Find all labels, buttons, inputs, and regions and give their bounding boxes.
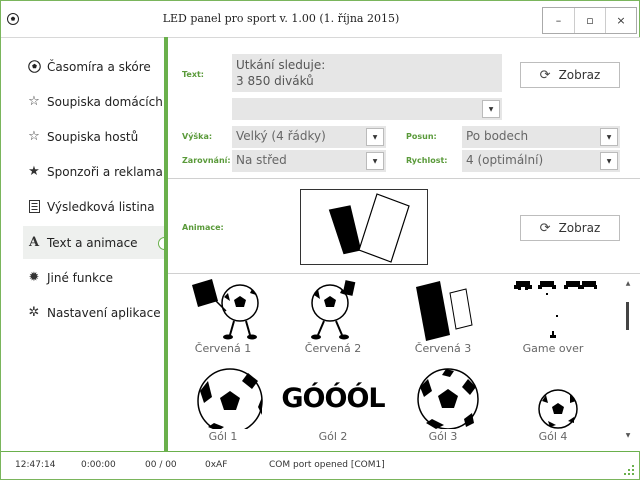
gallery-item-cervena-3[interactable]: Červená 3 — [388, 279, 498, 355]
height-select[interactable]: Velký (4 řádky) ▼ — [232, 126, 386, 148]
refresh-icon: ⟳ — [539, 220, 551, 236]
ball-with-card-image — [278, 279, 388, 341]
chevron-down-icon[interactable]: ▼ — [600, 152, 618, 170]
soccer-ball-image — [388, 367, 498, 429]
gear-icon: ✲ — [28, 305, 40, 320]
status-timer: 0:00:00 — [81, 460, 116, 470]
main-content: Text: Utkání sleduje: 3 850 diváků ▼ ⟳ Z… — [168, 37, 640, 451]
scrollbar-thumb[interactable] — [626, 302, 629, 330]
sidebar-item-text-animation[interactable]: A Text a animace — [23, 226, 171, 259]
gallery-item-cervena-1[interactable]: Červená 1 — [168, 279, 278, 355]
star-outline-icon: ☆ — [28, 129, 40, 144]
status-port: COM port opened [COM1] — [269, 460, 385, 470]
status-time: 12:47:14 — [15, 460, 56, 470]
sidebar: Časomíra a skóre ☆ Soupiska domácích ☆ S… — [1, 37, 171, 451]
speed-value: 4 (optimální) — [466, 153, 544, 167]
sidebar-item-label: Text a animace — [47, 235, 138, 250]
sidebar-item-sponsors[interactable]: ★ Sponzoři a reklama — [23, 155, 164, 188]
gallery-item-label: Gól 4 — [538, 430, 568, 443]
text-label: Text: — [182, 70, 205, 79]
show-animation-button[interactable]: ⟳ Zobraz — [520, 215, 620, 241]
title-bar: LED panel pro sport v. 1.00 (1. října 20… — [1, 1, 639, 37]
scroll-value: Po bodech — [466, 129, 529, 143]
status-address: 0xAF — [205, 460, 228, 470]
gallery-item-label: Červená 3 — [414, 342, 472, 355]
alignment-label: Zarovnání: — [182, 156, 231, 165]
app-window: LED panel pro sport v. 1.00 (1. října 20… — [0, 0, 640, 480]
maximize-button[interactable]: ▫ — [574, 8, 605, 33]
speed-label: Rychlost: — [406, 156, 448, 165]
animation-label: Animace: — [182, 223, 224, 232]
document-icon — [27, 200, 41, 214]
window-title: LED panel pro sport v. 1.00 (1. října 20… — [162, 12, 400, 25]
sidebar-item-label: Jiné funkce — [47, 270, 114, 285]
status-count: 00 / 00 — [145, 460, 177, 470]
gallery-item-gol-2[interactable]: GÓÓÓL Gól 2 — [268, 367, 398, 443]
scroll-up-icon[interactable]: ▲ — [624, 280, 632, 287]
gallery-item-game-over[interactable]: Game over — [498, 279, 608, 355]
resize-grip-icon[interactable] — [623, 464, 635, 476]
gallery-item-label: Game over — [522, 342, 584, 355]
goal-text-image: GÓÓÓL — [268, 367, 398, 429]
sidebar-item-timer-score[interactable]: Časomíra a skóre — [23, 50, 164, 83]
sidebar-item-label: Výsledková listina — [47, 199, 155, 214]
sidebar-item-label: Soupiska domácích — [47, 94, 163, 109]
gallery-item-label: Gól 1 — [208, 430, 238, 443]
text-input[interactable]: Utkání sleduje: 3 850 diváků — [232, 54, 502, 92]
height-label: Výška: — [182, 132, 213, 141]
show-text-button[interactable]: ⟳ Zobraz — [520, 62, 620, 88]
chevron-down-icon[interactable]: ▼ — [366, 128, 384, 146]
show-text-button-label: Zobraz — [558, 68, 601, 82]
sidebar-item-other-functions[interactable]: ✹ Jiné funkce — [23, 261, 164, 294]
sidebar-item-label: Sponzoři a reklama — [47, 164, 163, 179]
gallery-scrollbar[interactable]: ▲ ▼ — [624, 280, 632, 440]
chevron-down-icon[interactable]: ▼ — [482, 100, 500, 118]
scroll-down-icon[interactable]: ▼ — [624, 432, 632, 439]
goal-text: GÓÓÓL — [281, 383, 385, 414]
red-card-image — [388, 279, 498, 341]
status-bar: 12:47:14 0:00:00 00 / 00 0xAF COM port o… — [1, 451, 639, 479]
space-invaders-image — [498, 279, 608, 341]
large-soccer-ball-image — [168, 367, 278, 429]
sidebar-item-label: Časomíra a skóre — [47, 59, 151, 74]
animation-preview — [300, 189, 428, 265]
show-animation-button-label: Zobraz — [558, 221, 601, 235]
scroll-select[interactable]: Po bodech ▼ — [462, 126, 620, 148]
small-soccer-ball-image — [498, 367, 608, 429]
gallery-item-label: Červená 1 — [194, 342, 252, 355]
red-card-ball-image — [168, 279, 278, 341]
sidebar-item-label: Nastavení aplikace — [47, 305, 161, 320]
close-button[interactable]: × — [605, 8, 636, 33]
chevron-down-icon[interactable]: ▼ — [366, 152, 384, 170]
sidebar-item-label: Soupiska hostů — [47, 129, 139, 144]
sidebar-item-guest-roster[interactable]: ☆ Soupiska hostů — [23, 120, 164, 153]
text-icon: A — [28, 235, 40, 250]
sun-icon: ✹ — [28, 270, 40, 285]
animation-gallery[interactable]: Červená 1 Červená 2 Červená 3 Game over … — [168, 275, 640, 451]
window-controls: – ▫ × — [542, 7, 637, 34]
sidebar-item-home-roster[interactable]: ☆ Soupiska domácích — [23, 85, 164, 118]
star-filled-icon: ★ — [28, 164, 40, 179]
text-panel: Text: Utkání sleduje: 3 850 diváků ▼ ⟳ Z… — [168, 38, 640, 179]
minimize-button[interactable]: – — [543, 8, 574, 33]
scroll-label: Posun: — [406, 132, 437, 141]
gallery-item-cervena-2[interactable]: Červená 2 — [278, 279, 388, 355]
alignment-select[interactable]: Na střed ▼ — [232, 150, 386, 172]
refresh-icon: ⟳ — [539, 67, 551, 83]
gallery-item-gol-1[interactable]: Gól 1 — [168, 367, 278, 443]
gallery-item-label: Červená 2 — [304, 342, 362, 355]
sidebar-item-settings[interactable]: ✲ Nastavení aplikace — [23, 296, 164, 329]
alignment-value: Na střed — [236, 153, 287, 167]
soccer-ball-icon — [27, 60, 41, 74]
chevron-down-icon[interactable]: ▼ — [600, 128, 618, 146]
height-value: Velký (4 řádky) — [236, 129, 326, 143]
sidebar-item-results[interactable]: Výsledková listina — [23, 190, 164, 223]
text-preset-select[interactable]: ▼ — [232, 98, 502, 120]
star-outline-icon: ☆ — [28, 94, 40, 109]
gallery-item-label: Gól 3 — [428, 430, 458, 443]
gallery-item-gol-4[interactable]: Gól 4 — [498, 367, 608, 443]
speed-select[interactable]: 4 (optimální) ▼ — [462, 150, 620, 172]
gallery-item-gol-3[interactable]: Gól 3 — [388, 367, 498, 443]
gallery-item-label: Gól 2 — [318, 430, 348, 443]
